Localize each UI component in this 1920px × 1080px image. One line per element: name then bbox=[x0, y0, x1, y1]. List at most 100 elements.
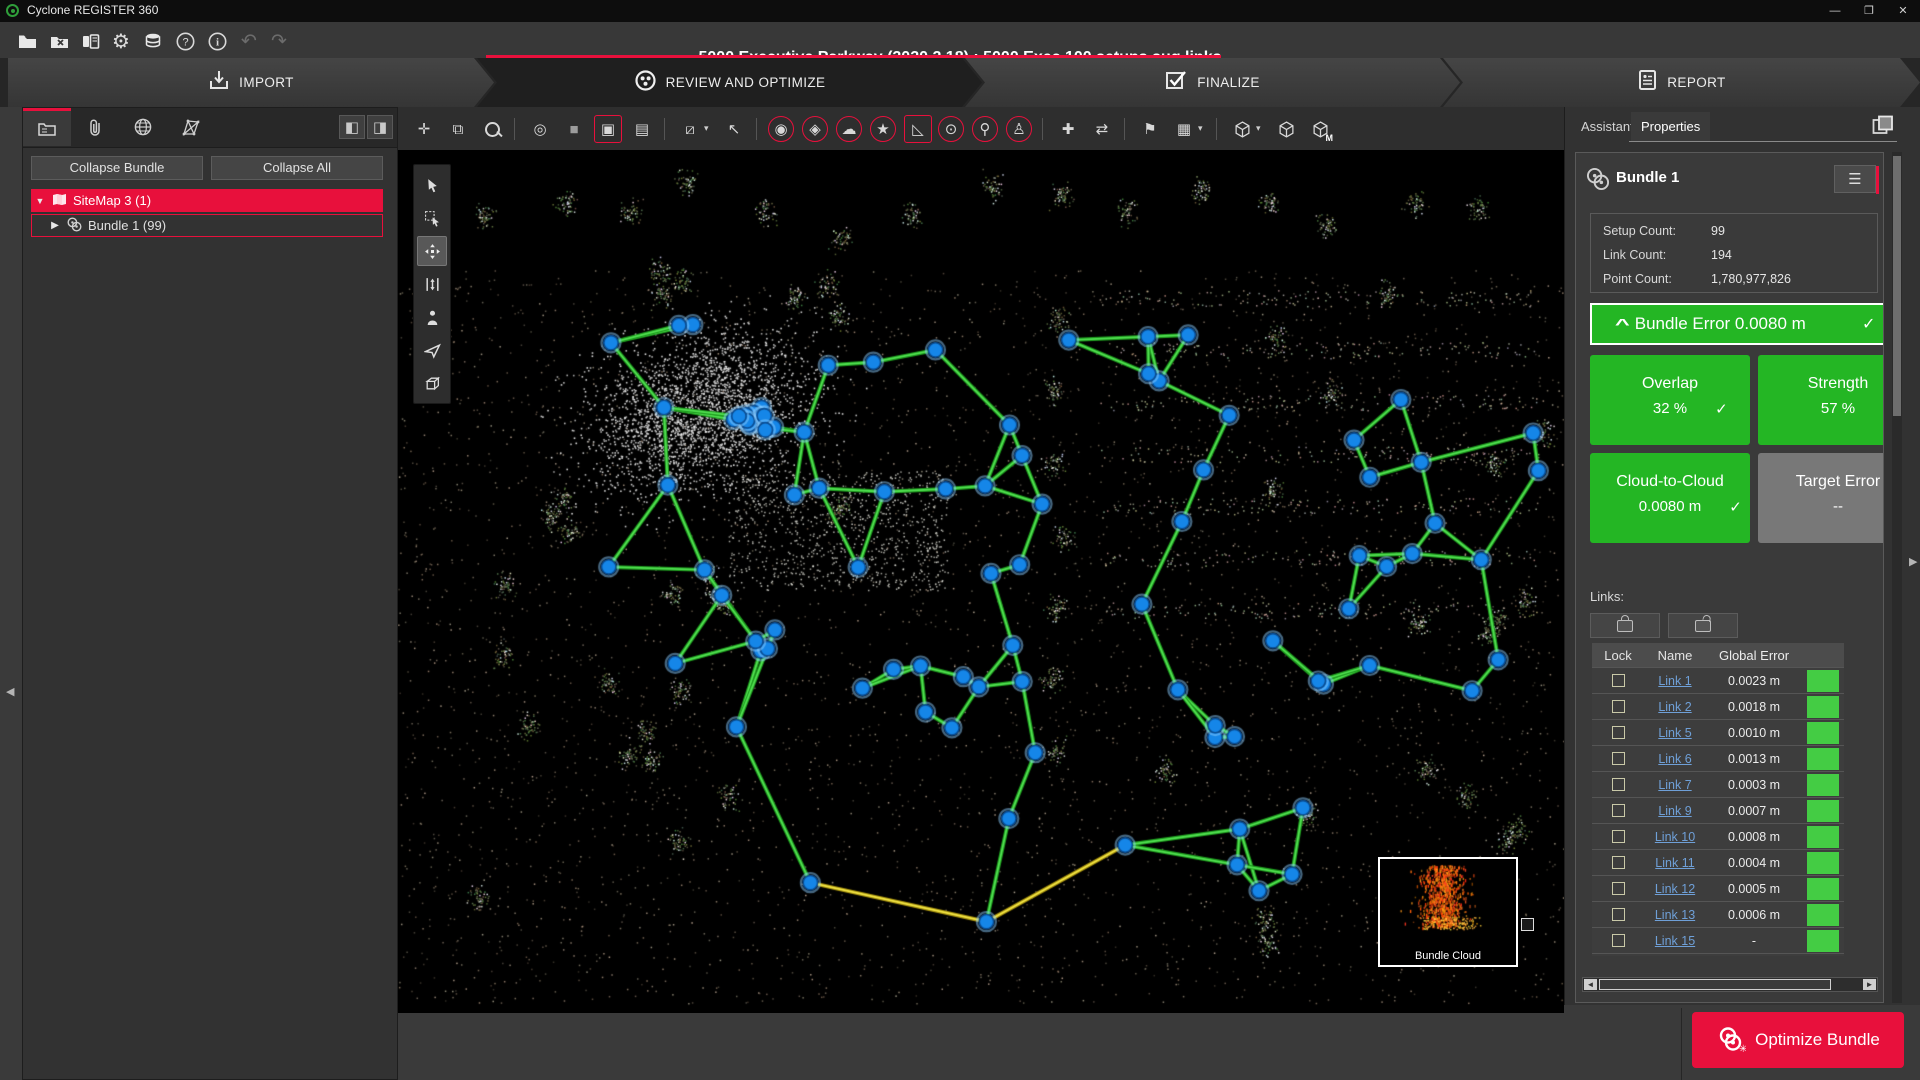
bundle-error-banner[interactable]: ^ Bundle Error 0.0080 m ✓ bbox=[1590, 303, 1884, 345]
tab-attachments[interactable] bbox=[71, 108, 119, 146]
tree-item-bundle[interactable]: ▶ Bundle 1 (99) bbox=[31, 214, 383, 237]
link-name[interactable]: Link 12 bbox=[1655, 882, 1695, 896]
dock-right-icon[interactable]: ◨ bbox=[367, 115, 393, 139]
lock-checkbox[interactable] bbox=[1612, 700, 1625, 713]
pick-tool-icon[interactable]: ↖ bbox=[720, 115, 748, 143]
image-view-icon[interactable]: ▤ bbox=[628, 115, 656, 143]
bundle-list-button[interactable]: ☰ bbox=[1834, 165, 1876, 193]
link-row[interactable]: Link 10 0.0008 m bbox=[1592, 824, 1844, 850]
camera-tool-icon[interactable]: ⊙ bbox=[938, 116, 964, 142]
link-row[interactable]: Link 6 0.0013 m bbox=[1592, 746, 1844, 772]
link-name[interactable]: Link 10 bbox=[1655, 830, 1695, 844]
landmark-tool-icon[interactable]: ★ bbox=[870, 116, 896, 142]
section-box-tool-icon[interactable] bbox=[417, 368, 447, 398]
tag-tool-icon[interactable]: ◈ bbox=[802, 116, 828, 142]
pan-object-icon[interactable]: ✛ bbox=[410, 115, 438, 143]
quick-measure-tool-icon[interactable]: ◺ bbox=[904, 115, 932, 143]
link-row[interactable]: Link 1 0.0023 m bbox=[1592, 668, 1844, 694]
lock-checkbox[interactable] bbox=[1612, 726, 1625, 739]
cube-measure-icon[interactable]: M bbox=[1306, 115, 1334, 143]
tab-import[interactable]: IMPORT bbox=[8, 58, 494, 107]
scroll-right-icon[interactable]: ► bbox=[1863, 979, 1876, 990]
scroll-left-icon[interactable]: ◄ bbox=[1584, 979, 1597, 990]
link-name[interactable]: Link 13 bbox=[1655, 908, 1695, 922]
panel-layout-icon[interactable] bbox=[1865, 111, 1901, 139]
grid-view-dropdown-icon[interactable]: ▾ bbox=[1198, 123, 1203, 134]
tab-sitemap-view[interactable] bbox=[167, 108, 215, 146]
lock-links-button[interactable] bbox=[1590, 613, 1660, 638]
tab-review-and-optimize[interactable]: REVIEW AND OPTIMIZE bbox=[477, 58, 982, 107]
select-box-tool-icon[interactable] bbox=[417, 203, 447, 233]
link-row[interactable]: Link 7 0.0003 m bbox=[1592, 772, 1844, 798]
lock-checkbox[interactable] bbox=[1612, 830, 1625, 843]
tab-report[interactable]: REPORT bbox=[1443, 58, 1920, 107]
link-row[interactable]: Link 15 - bbox=[1592, 928, 1844, 954]
move-setup-icon[interactable]: ⇄ bbox=[1088, 115, 1116, 143]
fly-tool-icon[interactable] bbox=[417, 335, 447, 365]
link-row[interactable]: Link 2 0.0018 m bbox=[1592, 694, 1844, 720]
collapse-right-panel-handle[interactable]: ▶ bbox=[1909, 555, 1917, 568]
tab-finalize[interactable]: FINALIZE bbox=[965, 58, 1460, 107]
link-name[interactable]: Link 15 bbox=[1655, 934, 1695, 948]
panel-vscrollbar[interactable] bbox=[1892, 152, 1902, 1003]
maximize-button[interactable]: ❐ bbox=[1852, 0, 1886, 22]
dock-left-icon[interactable]: ◧ bbox=[339, 115, 365, 139]
lock-checkbox[interactable] bbox=[1612, 856, 1625, 869]
person-view-tool-icon[interactable] bbox=[417, 302, 447, 332]
lock-checkbox[interactable] bbox=[1612, 882, 1625, 895]
bubble-view-icon[interactable]: ◎ bbox=[526, 115, 554, 143]
lock-checkbox[interactable] bbox=[1612, 934, 1625, 947]
expand-arrow-icon[interactable]: ▼ bbox=[31, 196, 49, 206]
link-name[interactable]: Link 1 bbox=[1658, 674, 1691, 688]
cube-history-icon[interactable] bbox=[1272, 115, 1300, 143]
overlap-split-view-icon[interactable]: ⧉ bbox=[444, 115, 472, 143]
elevation-tool-icon[interactable] bbox=[417, 269, 447, 299]
lock-checkbox[interactable] bbox=[1612, 674, 1625, 687]
unlock-links-button[interactable] bbox=[1668, 613, 1738, 638]
tree-item-sitemap[interactable]: ▼ SiteMap 3 (1) bbox=[31, 189, 383, 212]
tab-project-tree[interactable] bbox=[23, 108, 71, 146]
link-name[interactable]: Link 7 bbox=[1658, 778, 1691, 792]
link-name[interactable]: Link 6 bbox=[1658, 752, 1691, 766]
link-row[interactable]: Link 12 0.0005 m bbox=[1592, 876, 1844, 902]
collapse-bundle-button[interactable]: Collapse Bundle bbox=[31, 156, 203, 180]
links-hscrollbar[interactable]: ◄ ► bbox=[1582, 977, 1878, 992]
collapse-all-button[interactable]: Collapse All bbox=[211, 156, 383, 180]
cube-view-icon[interactable] bbox=[1228, 115, 1256, 143]
link-row[interactable]: Link 11 0.0004 m bbox=[1592, 850, 1844, 876]
collapse-left-panel-handle[interactable]: ◀ bbox=[6, 685, 14, 698]
pano-view-icon[interactable]: ▣ bbox=[594, 115, 622, 143]
tab-properties[interactable]: Properties bbox=[1631, 112, 1710, 141]
orbit-move-tool-icon[interactable] bbox=[417, 236, 447, 266]
cube-view-dropdown-icon[interactable]: ▾ bbox=[1256, 123, 1261, 134]
measure-tool-icon[interactable]: ⧄ bbox=[676, 115, 704, 143]
hscroll-thumb[interactable] bbox=[1599, 979, 1831, 990]
link-name[interactable]: Link 11 bbox=[1655, 856, 1694, 870]
zoom-fit-icon[interactable] bbox=[478, 115, 506, 143]
link-name[interactable]: Link 9 bbox=[1658, 804, 1691, 818]
select-tool-icon[interactable] bbox=[417, 170, 447, 200]
lock-checkbox[interactable] bbox=[1612, 778, 1625, 791]
bundle-cloud-thumbnail[interactable]: Bundle Cloud bbox=[1378, 857, 1518, 967]
smart-cloud-tool-icon[interactable]: ☁ bbox=[836, 116, 862, 142]
tab-geo-view[interactable] bbox=[119, 108, 167, 146]
link-row[interactable]: Link 20 0.0006 m bbox=[1592, 954, 1844, 956]
transform-setup-icon[interactable]: ✚ bbox=[1054, 115, 1082, 143]
vscroll-thumb[interactable] bbox=[1893, 156, 1901, 416]
link-name[interactable]: Link 5 bbox=[1658, 726, 1691, 740]
visual-link-tool-icon[interactable]: ♙ bbox=[1006, 116, 1032, 142]
lock-checkbox[interactable] bbox=[1612, 804, 1625, 817]
lock-checkbox[interactable] bbox=[1612, 752, 1625, 765]
solid-view-icon[interactable]: ■ bbox=[560, 115, 588, 143]
optimize-bundle-button[interactable]: ✳ Optimize Bundle bbox=[1692, 1012, 1904, 1068]
link-row[interactable]: Link 5 0.0010 m bbox=[1592, 720, 1844, 746]
collapse-arrow-icon[interactable]: ▶ bbox=[46, 220, 64, 231]
link-row[interactable]: Link 9 0.0007 m bbox=[1592, 798, 1844, 824]
link-name[interactable]: Link 2 bbox=[1658, 700, 1691, 714]
minimize-button[interactable]: — bbox=[1818, 0, 1852, 22]
lock-checkbox[interactable] bbox=[1612, 908, 1625, 921]
geotag-tool-icon[interactable]: ⚲ bbox=[972, 116, 998, 142]
grid-view-icon[interactable]: ▦ bbox=[1170, 115, 1198, 143]
thumbnail-expand-icon[interactable] bbox=[1521, 918, 1534, 931]
finalize-flag-icon[interactable]: ⚑ bbox=[1136, 115, 1164, 143]
